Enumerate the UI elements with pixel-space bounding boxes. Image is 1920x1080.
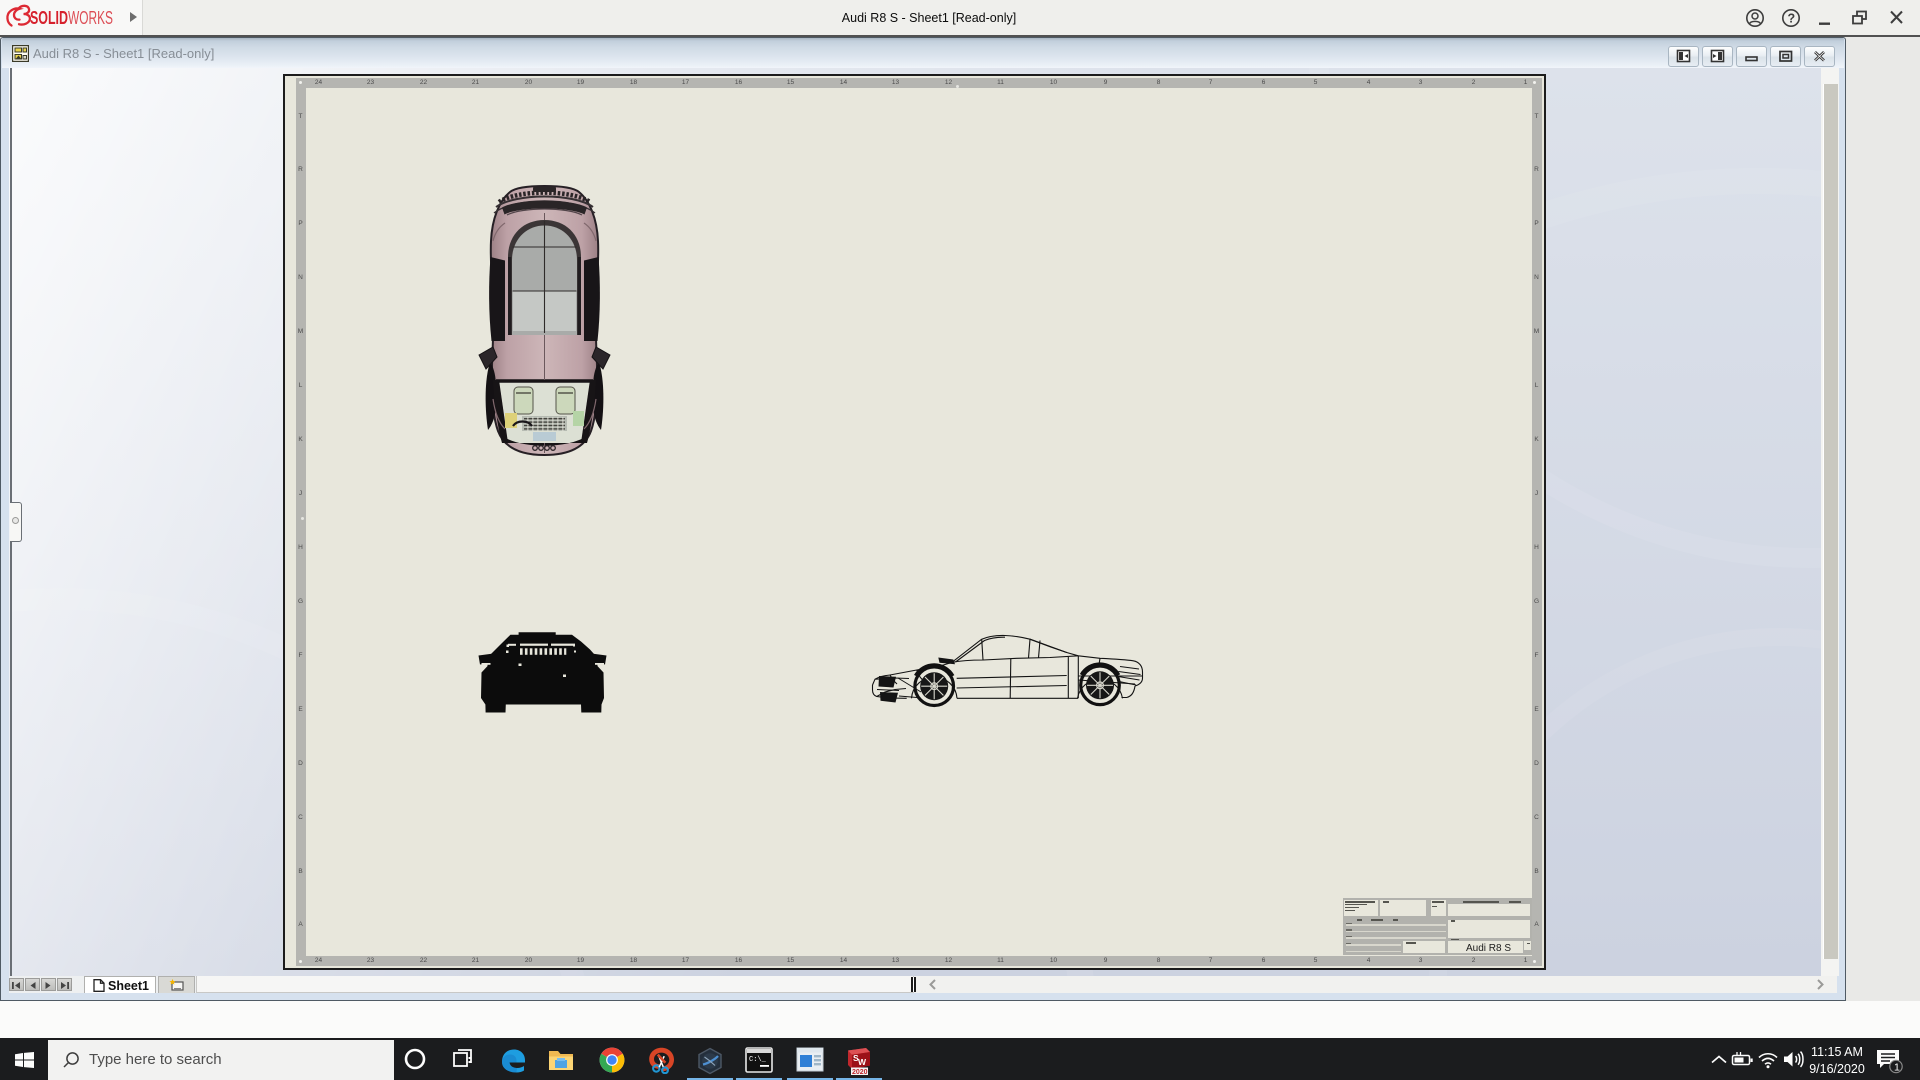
svg-text:2020: 2020 [852,1069,868,1075]
svg-text:1: 1 [1894,1062,1900,1074]
svg-text:?: ? [1788,12,1796,26]
svg-text:W: W [858,1057,867,1067]
svg-text:C:\_: C:\_ [749,1056,767,1064]
